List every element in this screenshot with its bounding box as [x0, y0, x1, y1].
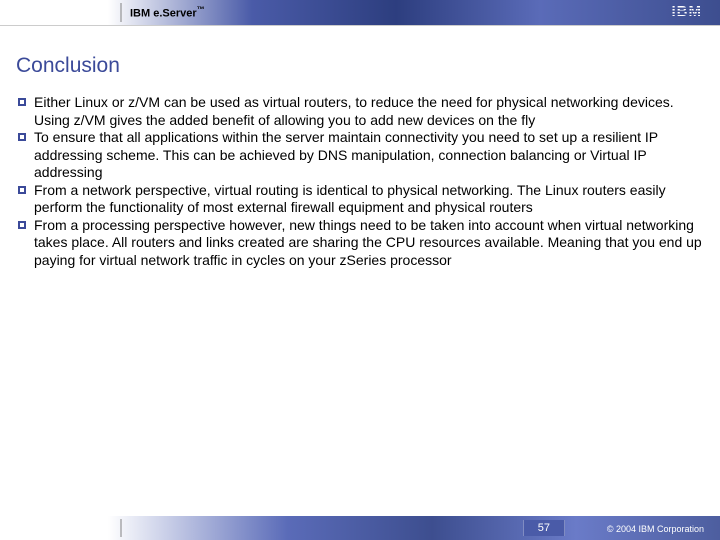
- trademark-symbol: ™: [197, 5, 205, 14]
- bullet-icon: [18, 133, 26, 141]
- bullet-icon: [18, 186, 26, 194]
- brand-product: Server: [162, 8, 196, 20]
- bullet-text: From a network perspective, virtual rout…: [34, 182, 702, 217]
- slide-footer: 57 © 2004 IBM Corporation: [0, 516, 720, 540]
- header-divider: [120, 3, 122, 22]
- copyright-text: © 2004 IBM Corporation: [607, 524, 704, 534]
- slide-header: IBM e.Server™ IBM: [0, 0, 720, 26]
- ibm-logo-icon: IBM: [672, 3, 703, 20]
- bullet-icon: [18, 221, 26, 229]
- bullet-text: To ensure that all applications within t…: [34, 129, 702, 182]
- list-item: From a processing perspective however, n…: [18, 217, 702, 270]
- list-item: From a network perspective, virtual rout…: [18, 182, 702, 217]
- slide-title: Conclusion: [16, 54, 720, 78]
- slide-content: Either Linux or z/VM can be used as virt…: [0, 94, 720, 269]
- brand-prefix: IBM e.: [130, 8, 162, 20]
- page-number: 57: [523, 520, 565, 536]
- bullet-text: From a processing perspective however, n…: [34, 217, 702, 270]
- footer-divider: [120, 519, 122, 537]
- bullet-icon: [18, 98, 26, 106]
- bullet-text: Either Linux or z/VM can be used as virt…: [34, 94, 702, 129]
- brand-label: IBM e.Server™: [130, 5, 205, 20]
- list-item: Either Linux or z/VM can be used as virt…: [18, 94, 702, 129]
- list-item: To ensure that all applications within t…: [18, 129, 702, 182]
